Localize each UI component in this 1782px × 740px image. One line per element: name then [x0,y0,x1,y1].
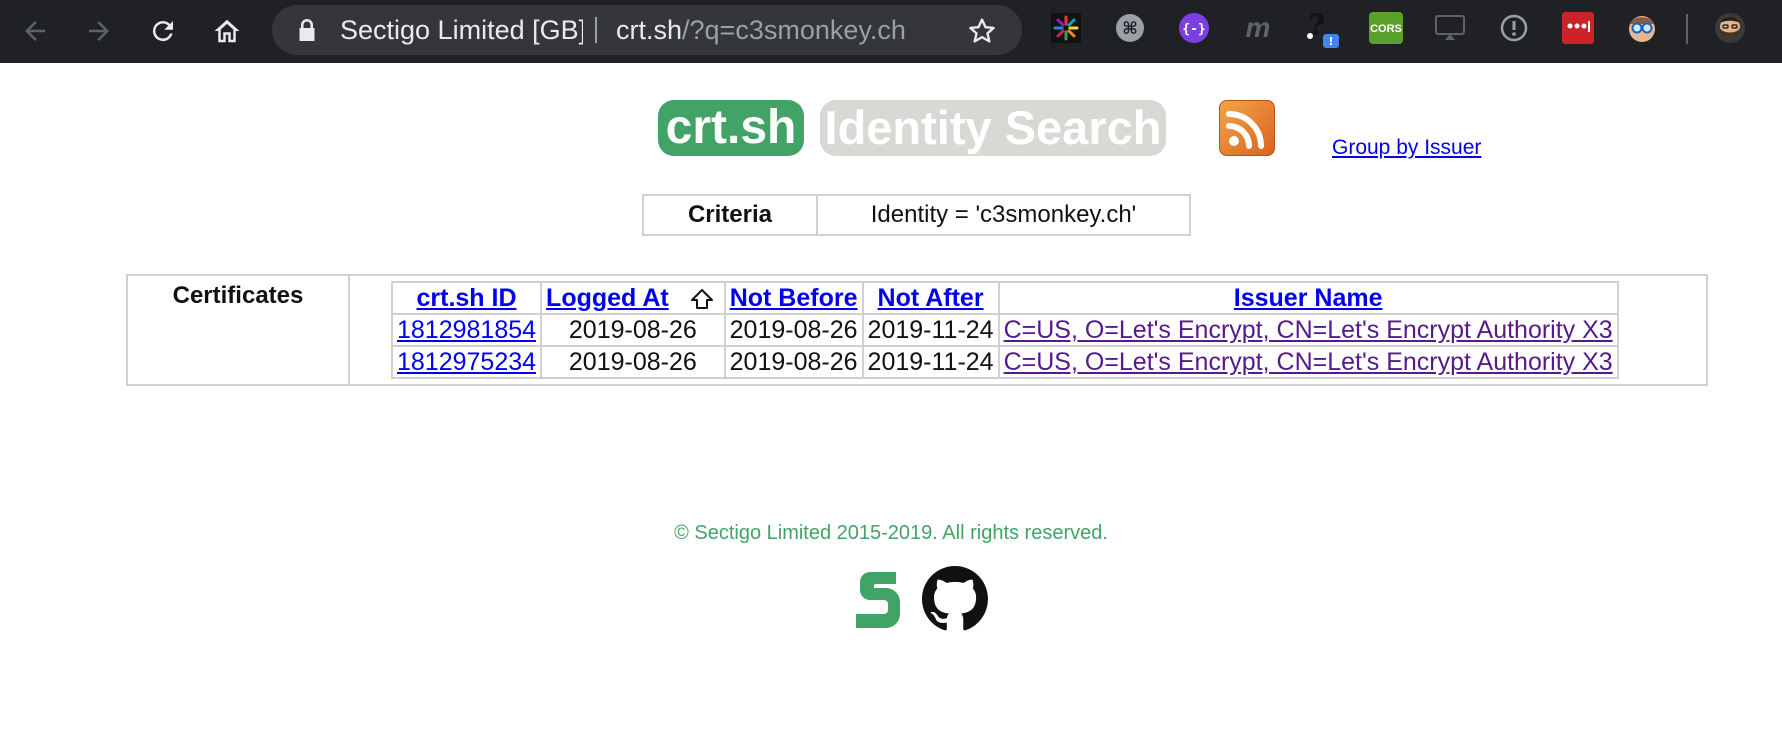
forward-arrow-icon [89,21,109,41]
sort-by-logged-at-link[interactable]: Logged At [546,284,669,312]
question-person-icon: ?! [1307,8,1339,48]
url-text[interactable]: crt.sh/?q=c3smonkey.ch [616,5,906,55]
cell-not-after: 2019-11-24 [861,345,1000,379]
browser-toolbar: Sectigo Limited [GB] crt.sh/?q=c3smonkey… [0,0,1782,63]
col-header-not-after: Not After [861,281,1000,315]
omnibox-separator [595,17,597,43]
lastpass-extension[interactable] [1560,10,1596,46]
svg-text:{-}: {-} [1182,22,1205,37]
cell-not-before: 2019-08-26 [723,345,864,379]
command-extension[interactable]: ⌘ [1112,10,1148,46]
copyright-text: © Sectigo Limited 2015-2019. All rights … [674,522,1108,544]
cors-icon: CORS [1369,12,1403,44]
json-extension[interactable]: {-} [1176,10,1212,46]
table-row: 1812975234 2019-08-26 2019-08-26 2019-11… [390,345,1619,379]
group-by-issuer-link[interactable]: Group by Issuer [1332,136,1481,160]
glasses-face-icon [1629,16,1655,42]
table-row: 1812981854 2019-08-26 2019-08-26 2019-11… [390,313,1619,347]
url-host: crt.sh [616,15,683,45]
col-header-logged-at: Logged At [540,281,726,315]
table-header-row: crt.sh ID Logged At Not Before Not After… [390,281,1619,315]
forward-button[interactable] [76,8,122,54]
criteria-value: Identity = 'c3smonkey.ch' [870,201,1137,228]
issuer-link[interactable]: C=US, O=Let's Encrypt, CN=Let's Encrypt … [1004,316,1613,344]
sort-by-not-before-link[interactable]: Not Before [730,284,858,312]
colorful-burst-extension[interactable] [1048,10,1084,46]
json-brackets-icon: {-} [1179,13,1209,43]
info-circle-icon [1500,14,1528,42]
svg-text:!: ! [1328,35,1333,48]
cell-not-after: 2019-11-24 [861,313,1000,347]
cors-extension[interactable]: CORS [1368,10,1404,46]
issuer-link[interactable]: C=US, O=Let's Encrypt, CN=Let's Encrypt … [1004,348,1613,376]
certificates-panel: Certificates crt.sh ID Logged At Not Bef… [126,274,1708,386]
certificate-id-link[interactable]: 1812975234 [397,348,536,376]
badge-question-extension[interactable]: ?! [1304,8,1340,48]
profile-avatar[interactable] [1712,10,1748,46]
svg-text:CORS: CORS [1370,23,1402,35]
bearded-avatar-icon [1715,13,1745,43]
rss-feed-button[interactable] [1219,100,1275,156]
svg-text:⌘: ⌘ [1122,19,1138,39]
cell-id: 1812975234 [390,345,543,379]
crtsh-logo[interactable]: crt.sh [658,100,804,156]
home-button[interactable] [204,8,250,54]
site-identity[interactable]: Sectigo Limited [GB] [340,5,583,55]
lastpass-icon [1562,12,1594,44]
sort-by-issuer-link[interactable]: Issuer Name [1234,284,1383,312]
sectigo-logo-icon[interactable] [848,566,908,632]
criteria-box: Criteria Identity = 'c3smonkey.ch' [642,194,1191,236]
reload-icon [152,21,173,42]
home-icon [214,19,240,43]
back-button[interactable] [12,8,58,54]
cell-id: 1812981854 [390,313,543,347]
url-path: /?q=c3smonkey.ch [682,15,906,45]
criteria-label: Criteria [644,196,818,234]
cell-logged-at: 2019-08-26 [540,345,726,379]
burst-icon [1051,13,1081,43]
cast-screen-icon [1435,15,1465,40]
back-arrow-icon [25,21,45,41]
sort-by-id-link[interactable]: crt.sh ID [417,284,517,312]
cell-issuer: C=US, O=Let's Encrypt, CN=Let's Encrypt … [997,313,1619,347]
bookmark-star-icon[interactable] [966,15,998,47]
info-extension[interactable] [1496,10,1532,46]
identity-search-logo: Identity Search [820,100,1166,156]
cell-not-before: 2019-08-26 [723,313,864,347]
rss-icon [1226,111,1264,149]
address-bar[interactable]: Sectigo Limited [GB] crt.sh/?q=c3smonkey… [272,5,1022,55]
m-icon: m [1245,12,1271,43]
col-header-id: crt.sh ID [390,281,543,315]
col-header-issuer: Issuer Name [997,281,1619,315]
command-icon: ⌘ [1116,14,1144,42]
certificates-table: crt.sh ID Logged At Not Before Not After… [390,281,1619,379]
cell-issuer: C=US, O=Let's Encrypt, CN=Let's Encrypt … [997,345,1619,379]
toolbar-separator [1686,14,1688,44]
cast-extension[interactable] [1432,10,1468,46]
github-icon[interactable] [922,566,988,632]
col-header-not-before: Not Before [723,281,864,315]
glasses-avatar-extension[interactable] [1624,10,1660,46]
sort-up-arrow-icon[interactable] [690,288,714,310]
lock-icon [299,19,315,41]
sort-by-not-after-link[interactable]: Not After [878,284,984,312]
m-extension[interactable]: m [1240,10,1276,46]
reload-button[interactable] [140,8,186,54]
certificate-id-link[interactable]: 1812981854 [397,316,536,344]
certificates-label: Certificates [128,276,350,384]
cell-logged-at: 2019-08-26 [540,313,726,347]
